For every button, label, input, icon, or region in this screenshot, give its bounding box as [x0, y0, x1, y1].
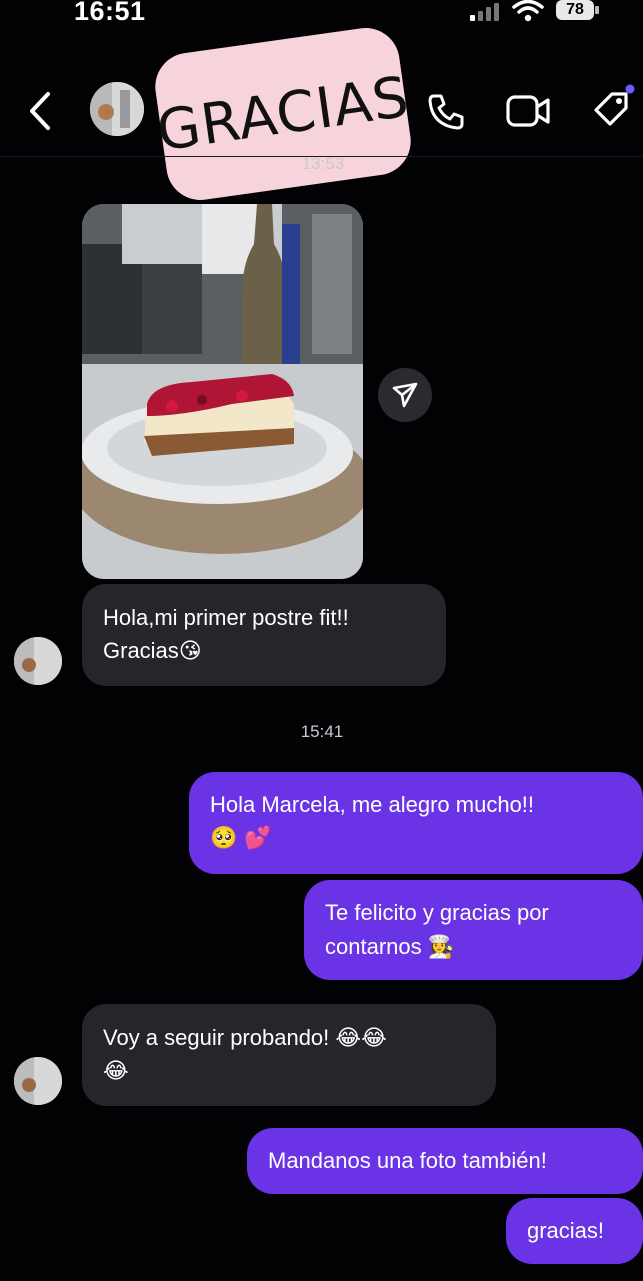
- message-text: Hola,mi primer postre fit!!: [103, 605, 349, 630]
- outgoing-message-1[interactable]: Hola Marcela, me alegro mucho!! 🥺 💕: [189, 772, 643, 874]
- cheesecake-photo[interactable]: [82, 204, 363, 579]
- laughing-emoji: 😂: [103, 1059, 129, 1084]
- phone-icon[interactable]: [426, 92, 466, 132]
- laughing-emoji: 😂😂: [335, 1026, 387, 1051]
- video-icon[interactable]: [506, 94, 552, 128]
- kiss-emoji: 😘: [178, 639, 202, 664]
- message-text-line1: Voy a seguir probando! 😂😂: [103, 1021, 475, 1055]
- incoming-message-2[interactable]: Voy a seguir probando! 😂😂 😂: [82, 1004, 496, 1106]
- gracias-sticker: GRACIAS: [150, 23, 416, 205]
- outgoing-message-4[interactable]: gracias!: [506, 1198, 643, 1264]
- sender-avatar[interactable]: [14, 1057, 62, 1105]
- share-icon: [392, 382, 418, 408]
- outgoing-message-3[interactable]: Mandanos una foto también!: [247, 1128, 643, 1194]
- timestamp-second: 15:41: [300, 722, 344, 741]
- pleading-hearts-emoji: 🥺 💕: [210, 826, 272, 851]
- tag-icon[interactable]: [590, 84, 636, 132]
- wifi-icon: [512, 0, 544, 22]
- back-icon[interactable]: [26, 90, 54, 132]
- sticker-text: GRACIAS: [152, 64, 414, 164]
- message-text: gracias!: [527, 1218, 605, 1243]
- share-button[interactable]: [378, 368, 432, 422]
- sender-avatar[interactable]: [14, 637, 62, 685]
- incoming-message-1[interactable]: Hola,mi primer postre fit!! Gracias😘: [82, 584, 446, 686]
- message-text: Te felicito y gracias por: [325, 900, 549, 925]
- status-time: 16:51: [74, 0, 146, 26]
- message-text: Hola Marcela, me alegro mucho!!: [210, 792, 535, 817]
- message-text: Voy a seguir probando!: [103, 1025, 330, 1050]
- message-text: contarnos: [325, 934, 422, 959]
- message-text: Gracias: [103, 638, 179, 663]
- message-text-line2: Gracias😘: [103, 634, 425, 668]
- signal-icon: [470, 3, 499, 21]
- timestamp-first: 13:53: [301, 154, 345, 173]
- message-text: Mandanos una foto también!: [268, 1148, 547, 1173]
- message-text-line2: contarnos 👩‍🍳: [325, 930, 622, 965]
- battery-indicator: 78: [556, 0, 594, 20]
- contact-avatar[interactable]: [90, 82, 144, 136]
- chef-emoji: 👩‍🍳: [427, 935, 456, 960]
- outgoing-message-2[interactable]: Te felicito y gracias por contarnos 👩‍🍳: [304, 880, 643, 980]
- battery-tip: [595, 6, 599, 14]
